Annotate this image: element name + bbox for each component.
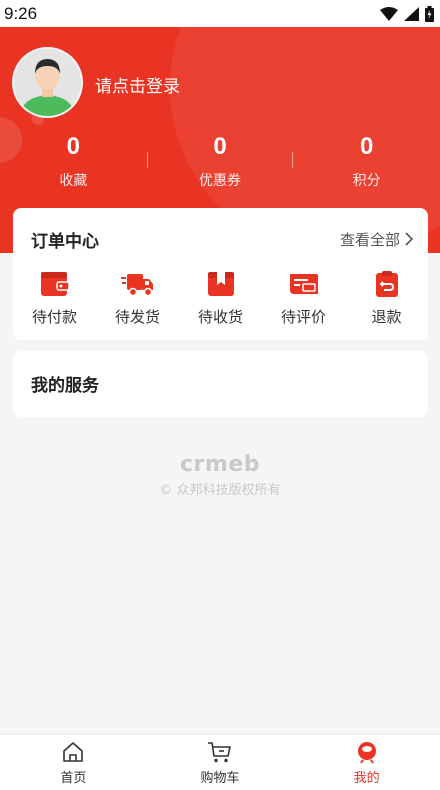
stat-favorites[interactable]: 0 收藏 (0, 132, 147, 190)
my-services-title: 我的服务 (31, 376, 99, 396)
cart-icon (208, 741, 231, 762)
profile-icon (357, 741, 376, 764)
copyright-line: © 众邦科技版权所有 (0, 479, 440, 498)
stat-label: 优惠券 (199, 173, 241, 189)
my-services-card: 我的服务 (13, 351, 428, 417)
copyright-text: 众邦科技版权所有 (176, 483, 281, 498)
tab-cart[interactable]: 购物车 (147, 735, 294, 790)
copyright-footer: crmeb © 众邦科技版权所有 (0, 452, 440, 498)
tab-label: 我的 (353, 770, 380, 786)
order-pending-shipment[interactable]: 待发货 (96, 270, 179, 327)
view-all-label: 查看全部 (339, 230, 400, 249)
view-all-orders-link[interactable]: 查看全部 (340, 229, 414, 250)
bottom-tab-bar: 首页 购物车 我的 (0, 734, 440, 790)
chevron-right-icon (405, 232, 414, 246)
delivery-truck-icon (120, 274, 153, 297)
order-center-title: 订单中心 (31, 231, 99, 252)
order-refund[interactable]: 退款 (345, 270, 428, 327)
refund-icon (375, 271, 398, 297)
order-center-header: 订单中心 查看全部 (13, 208, 428, 270)
order-item-label: 退款 (371, 308, 402, 326)
tab-home[interactable]: 首页 (0, 735, 147, 790)
order-item-label: 待发货 (114, 308, 160, 326)
tab-label: 购物车 (200, 770, 240, 786)
wallet-icon (40, 272, 70, 296)
stats-row: 0 收藏 0 优惠券 0 积分 (0, 132, 440, 190)
crmeb-logo: crmeb (180, 452, 260, 477)
login-prompt[interactable]: 请点击登录 (95, 72, 180, 97)
order-pending-payment[interactable]: 待付款 (13, 270, 96, 327)
package-box-icon (207, 272, 234, 296)
avatar[interactable] (12, 47, 83, 118)
order-status-row: 待付款 待发货 待收货 待评价 退款 (13, 270, 428, 327)
stat-divider (146, 152, 148, 168)
order-item-label: 待收货 (197, 308, 243, 326)
tab-label: 首页 (60, 770, 87, 786)
signal-icon (404, 6, 419, 21)
review-card-icon (289, 274, 318, 294)
status-icons (380, 5, 434, 22)
status-time: 9:26 (4, 3, 38, 23)
stat-value: 0 (213, 133, 227, 160)
stat-points[interactable]: 0 积分 (293, 132, 440, 190)
wifi-icon (380, 6, 398, 21)
order-pending-review[interactable]: 待评价 (262, 270, 345, 327)
copyright-icon: © (159, 483, 173, 498)
stat-value: 0 (360, 133, 374, 160)
stat-label: 积分 (352, 173, 381, 189)
battery-icon (425, 5, 434, 22)
stat-coupons[interactable]: 0 优惠券 (146, 132, 294, 190)
order-item-label: 待评价 (280, 308, 326, 326)
home-icon (63, 741, 84, 762)
order-center-card: 订单中心 查看全部 待付款 待发货 待收货 待评价 退款 (13, 208, 428, 340)
status-bar: 9:26 (0, 0, 440, 27)
stat-value: 0 (66, 133, 81, 160)
tab-profile[interactable]: 我的 (293, 735, 440, 790)
stat-label: 收藏 (59, 173, 88, 189)
order-pending-receipt[interactable]: 待收货 (179, 270, 262, 327)
order-item-label: 待付款 (31, 308, 77, 326)
default-avatar-icon (14, 49, 81, 116)
